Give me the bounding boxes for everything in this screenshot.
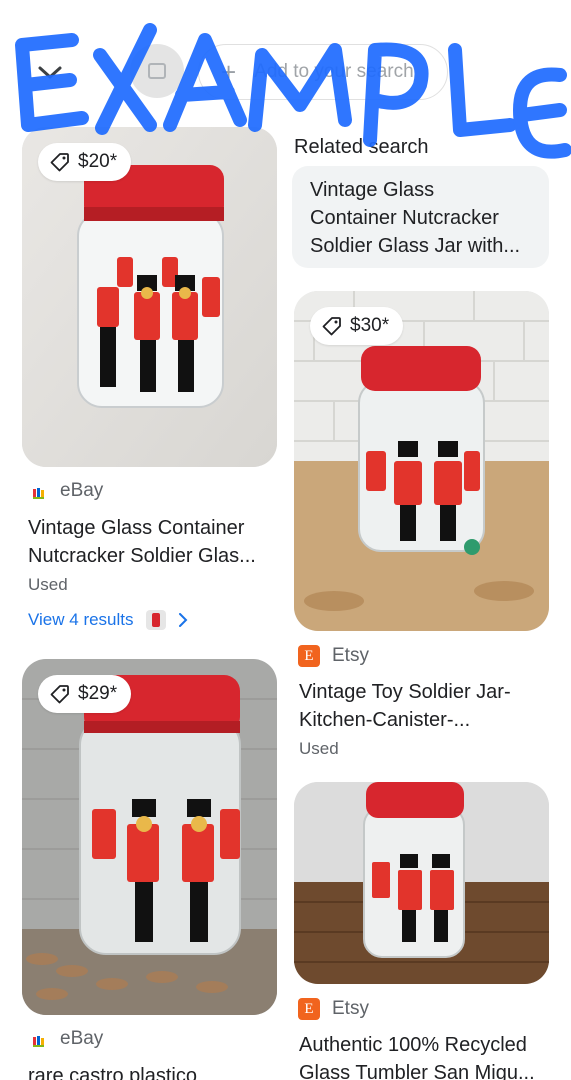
price-tag-icon (322, 317, 341, 336)
result-image-1[interactable]: $20* (22, 127, 277, 467)
price-badge: $20* (38, 143, 132, 181)
source-name: Etsy (332, 645, 369, 666)
price-tag-icon (50, 153, 69, 172)
result-image-3[interactable]: $29* (22, 659, 277, 1015)
result-title-1[interactable]: Vintage Glass Container Nutcracker Soldi… (28, 514, 278, 570)
condition-label: Used (28, 575, 68, 594)
related-search-chip[interactable]: Vintage Glass Container Nutcracker Soldi… (292, 166, 549, 268)
source-name: eBay (60, 1028, 104, 1049)
price-tag-icon (50, 685, 69, 704)
result-image-4[interactable] (294, 782, 549, 984)
price-value: $29* (78, 683, 118, 704)
image-icon (148, 63, 166, 79)
chevron-down-icon (38, 66, 62, 79)
source-ebay: eBay (32, 480, 103, 502)
result-title-3[interactable]: rare castro plastico (28, 1062, 278, 1080)
condition-label: Used (299, 739, 339, 758)
ebay-logo-icon (32, 484, 46, 499)
search-bar[interactable]: + (198, 44, 448, 100)
etsy-logo-icon: E (298, 645, 320, 667)
price-value: $30* (350, 315, 390, 336)
price-badge: $30* (310, 307, 404, 345)
search-input[interactable] (252, 60, 437, 84)
add-icon[interactable]: + (221, 59, 236, 85)
price-badge: $29* (38, 675, 132, 713)
price-value: $20* (78, 151, 118, 172)
source-name: Etsy (332, 998, 369, 1019)
source-name: eBay (60, 480, 104, 501)
search-thumbnail[interactable] (130, 44, 184, 98)
source-etsy: E Etsy (298, 998, 369, 1020)
ebay-logo-icon (32, 1032, 46, 1047)
view-results-link[interactable]: View 4 results (28, 610, 188, 630)
source-etsy: E Etsy (298, 645, 369, 667)
etsy-logo-icon: E (298, 998, 320, 1020)
result-image-2[interactable]: $30* (294, 291, 549, 631)
result-title-4[interactable]: Authentic 100% Recycled Glass Tumbler Sa… (299, 1031, 559, 1080)
result-title-2[interactable]: Vintage Toy Soldier Jar- Kitchen-Caniste… (299, 678, 554, 734)
chevron-right-icon (178, 613, 187, 627)
collapse-button[interactable] (20, 46, 80, 100)
store-thumb-icon (145, 610, 166, 630)
source-ebay: eBay (32, 1028, 103, 1050)
related-search-heading: Related search (294, 136, 429, 158)
product-photo (294, 782, 549, 984)
